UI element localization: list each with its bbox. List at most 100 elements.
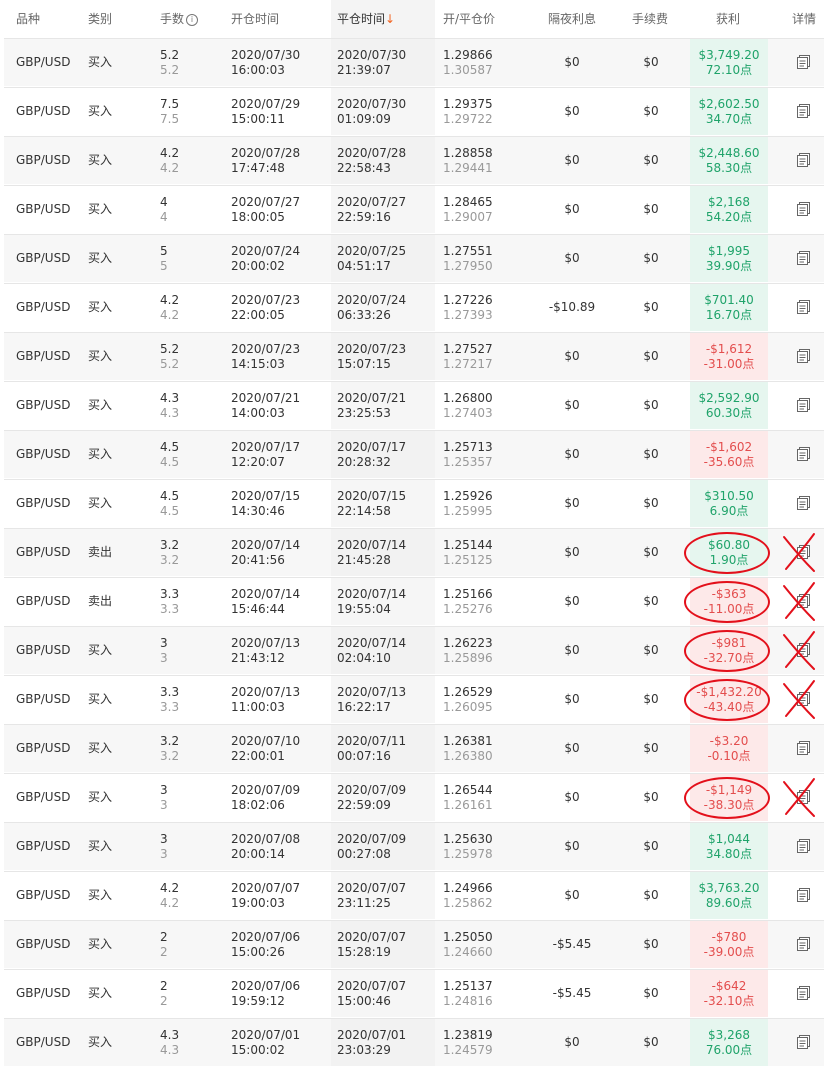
detail-document-icon[interactable]	[797, 447, 810, 461]
col-header-open-time[interactable]: 开仓时间	[231, 0, 279, 38]
detail-document-icon[interactable]	[797, 202, 810, 216]
cell-lots: 7.5 7.5	[160, 88, 179, 135]
detail-document-icon[interactable]	[797, 888, 810, 902]
open-date: 2020/07/28	[231, 146, 301, 160]
close-date: 2020/07/01	[337, 1028, 407, 1042]
open-date: 2020/07/29	[231, 97, 301, 111]
open-clock: 20:41:56	[231, 553, 285, 567]
cell-product: GBP/USD	[16, 594, 71, 608]
lots-value: 2	[160, 930, 168, 944]
cell-profit: -$1,602 -35.60点	[690, 431, 768, 478]
cell-fee: $0	[643, 839, 659, 853]
table-row[interactable]: GBP/USD 买入 5 5 2020/07/24 20:00:02 2020/07/25 0…	[4, 234, 824, 282]
table-row[interactable]: GBP/USD 买入 7.5 7.5 2020/07/29 15:00:11 2020/07…	[4, 87, 824, 135]
cell-close-time: 2020/07/07 23:11:25	[337, 872, 406, 919]
cell-close-time: 2020/07/09 00:27:08	[337, 823, 406, 870]
cell-fee: $0	[643, 349, 659, 363]
open-clock: 14:15:03	[231, 357, 285, 371]
detail-document-icon[interactable]	[797, 398, 810, 412]
cell-lots: 55	[160, 235, 168, 282]
detail-document-icon[interactable]	[797, 349, 810, 363]
cell-open-time: 2020/07/29 15:00:11	[231, 88, 300, 135]
cell-profit: $1,995 39.90点	[690, 235, 768, 282]
cell-open-time: 2020/07/21 14:00:03	[231, 382, 300, 429]
lots-closed-value: 3.2	[160, 749, 180, 763]
detail-document-icon[interactable]	[797, 1035, 810, 1049]
table-row[interactable]: GBP/USD 买入 4.5 4.5 2020/07/15 14:30:46 2020/07…	[4, 479, 824, 527]
table-row[interactable]: GBP/USD 买入 5.2 5.2 2020/07/30 16:00:03 2020/07…	[4, 38, 824, 86]
table-row[interactable]: GBP/USD 买入 4.2 4.2 2020/07/07 19:00:03 2020/07…	[4, 871, 824, 919]
cell-swap: $0	[564, 790, 580, 804]
lots-closed-value: 4.2	[160, 308, 180, 322]
open-clock: 19:59:12	[231, 994, 285, 1008]
open-date: 2020/07/24	[231, 244, 301, 258]
cell-swap: $0	[564, 545, 580, 559]
open-price: 1.23819	[443, 1028, 493, 1042]
table-row[interactable]: GBP/USD 买入 5.2 5.2 2020/07/23 14:15:03 2020/07…	[4, 332, 824, 380]
cell-product: GBP/USD	[16, 349, 71, 363]
detail-document-icon[interactable]	[797, 937, 810, 951]
lots-value: 3	[160, 832, 168, 846]
cell-profit: -$3.20 -0.10点	[690, 725, 768, 772]
close-date: 2020/07/07	[337, 881, 407, 895]
close-price: 1.26380	[443, 749, 493, 763]
lots-value: 4.2	[160, 293, 180, 307]
cell-swap: $0	[564, 741, 580, 755]
profit-value: $701.40	[704, 293, 754, 307]
detail-document-icon[interactable]	[797, 741, 810, 755]
detail-document-icon[interactable]	[797, 839, 810, 853]
red-circle-annotation	[684, 532, 770, 574]
table-row[interactable]: GBP/USD 买入 4.2 4.2 2020/07/23 22:00:05 2020/07…	[4, 283, 824, 331]
table-row[interactable]: GBP/USD 买入 4.5 4.5 2020/07/17 12:20:07 2020/07…	[4, 430, 824, 478]
cell-price: 1.26529 1.26095	[443, 676, 493, 723]
table-row[interactable]: GBP/USD 买入 2 2 2020/07/06 19:59:12 2020/07/07 1…	[4, 969, 824, 1017]
cell-price: 1.25926 1.25995	[443, 480, 493, 527]
detail-document-icon[interactable]	[797, 300, 810, 314]
col-header-lots[interactable]: 手数 i	[160, 0, 199, 38]
detail-document-icon[interactable]	[797, 986, 810, 1000]
detail-document-icon[interactable]	[797, 496, 810, 510]
lots-value: 3.3	[160, 685, 180, 699]
open-price: 1.29375	[443, 97, 493, 111]
table-row[interactable]: GBP/USD 买入 3.2 3.2 2020/07/10 22:00:01 2020/07…	[4, 724, 824, 772]
cell-type: 买入	[88, 790, 113, 804]
cell-lots: 4.2 4.2	[160, 284, 179, 331]
col-header-profit[interactable]: 获利	[716, 0, 740, 38]
cell-lots: 5.2 5.2	[160, 39, 179, 86]
table-row[interactable]: GBP/USD 买入 4 4 2020/07/27 18:00:05 2020/07/27 2…	[4, 185, 824, 233]
cell-fee: $0	[643, 545, 659, 559]
cell-swap: $0	[564, 447, 580, 461]
profit-value: -$3.20	[709, 734, 749, 748]
cell-swap: -$5.45	[552, 986, 592, 1000]
table-row[interactable]: GBP/USD 买入 4.3 4.3 2020/07/21 14:00:03 2020/07…	[4, 381, 824, 429]
table-row[interactable]: GBP/USD 买入 3 3 2020/07/08 20:00:14 2020/07/09 0…	[4, 822, 824, 870]
open-clock: 14:00:03	[231, 406, 285, 420]
open-date: 2020/07/09	[231, 783, 301, 797]
col-header-close-time[interactable]: 平仓时间↓	[331, 0, 435, 38]
lots-closed-value: 3.3	[160, 602, 180, 616]
cell-close-time: 2020/07/24 06:33:26	[337, 284, 406, 331]
cell-fee: $0	[643, 447, 659, 461]
open-clock: 22:00:05	[231, 308, 285, 322]
cell-lots: 44	[160, 186, 168, 233]
close-clock: 22:59:09	[337, 798, 391, 812]
close-date: 2020/07/17	[337, 440, 407, 454]
close-price: 1.25978	[443, 847, 493, 861]
info-icon[interactable]: i	[186, 13, 199, 26]
detail-document-icon[interactable]	[797, 153, 810, 167]
table-row[interactable]: GBP/USD 买入 4.2 4.2 2020/07/28 17:47:48 2020/07…	[4, 136, 824, 184]
table-row[interactable]: GBP/USD 买入 4.3 4.3 2020/07/01 15:00:02 2020/07…	[4, 1018, 824, 1066]
cell-price: 1.27551 1.27950	[443, 235, 493, 282]
cell-close-time: 2020/07/14 02:04:10	[337, 627, 406, 674]
profit-points: -39.00点	[703, 945, 755, 959]
profit-value: -$780	[711, 930, 747, 944]
detail-document-icon[interactable]	[797, 251, 810, 265]
close-clock: 06:33:26	[337, 308, 391, 322]
detail-document-icon[interactable]	[797, 55, 810, 69]
detail-document-icon[interactable]	[797, 104, 810, 118]
open-clock: 14:30:46	[231, 504, 285, 518]
open-clock: 18:02:06	[231, 798, 285, 812]
lots-value: 3.2	[160, 734, 180, 748]
open-price: 1.26381	[443, 734, 493, 748]
table-row[interactable]: GBP/USD 买入 2 2 2020/07/06 15:00:26 2020/07/07 1…	[4, 920, 824, 968]
